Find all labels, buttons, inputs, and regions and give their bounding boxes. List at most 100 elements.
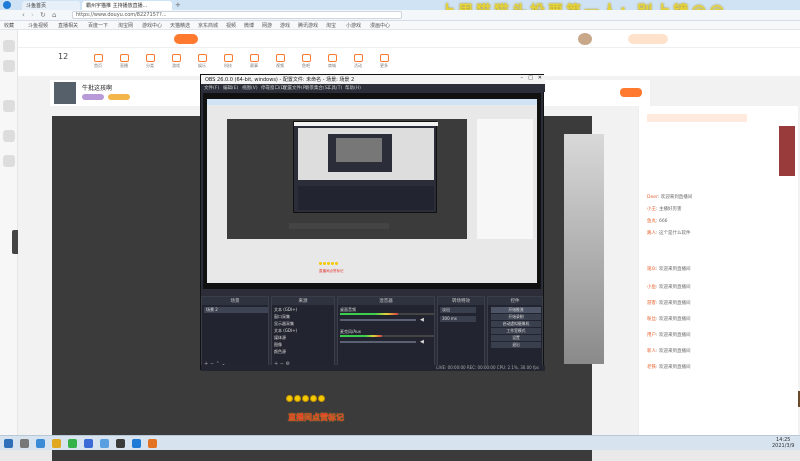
app-icon[interactable] xyxy=(84,439,93,448)
address-bar[interactable]: https://www.douyu.com/8227157?... xyxy=(72,11,402,19)
category-item[interactable]: 分类 xyxy=(140,54,160,69)
exit-button[interactable]: 退出 xyxy=(491,342,541,348)
chat-message: 路人: 这个是什么软件 xyxy=(647,231,691,236)
taskbar-clock[interactable]: 14:25 2021/3/9 xyxy=(772,437,794,449)
bookmark-item[interactable]: 视频 xyxy=(226,22,236,29)
source-item[interactable]: 文本 (GDI+) xyxy=(274,307,334,313)
streamer-avatar[interactable] xyxy=(54,82,76,104)
bookmark-item[interactable]: 百度一下 xyxy=(88,22,108,29)
refresh-icon[interactable]: ↻ xyxy=(40,11,46,19)
bookmark-item[interactable]: 直播相关 xyxy=(58,22,78,29)
virtual-camera-button[interactable]: 启动虚拟摄像机 xyxy=(491,321,541,327)
category-item[interactable]: 更多 xyxy=(374,54,394,69)
menu-tools[interactable]: 工具(T) xyxy=(327,85,342,91)
start-streaming-button[interactable]: 开始推流 xyxy=(491,307,541,313)
bookmarks-bar: 收藏 斗鱼视频 直播相关 百度一下 淘宝网 游戏中心 天猫精选 京东商城 视频 … xyxy=(0,21,800,30)
maximize-icon[interactable]: □ xyxy=(528,75,533,81)
source-item[interactable]: 颜色源 xyxy=(274,349,334,355)
avatar[interactable] xyxy=(578,33,592,45)
minimize-icon[interactable]: – xyxy=(521,75,524,81)
menu-file[interactable]: 文件(F) xyxy=(204,85,219,91)
source-item[interactable]: 窗口采集 xyxy=(274,314,334,320)
header-badge[interactable] xyxy=(628,34,668,44)
transition-select[interactable]: 淡出 xyxy=(440,307,476,313)
app-icon[interactable] xyxy=(148,439,157,448)
volume-slider[interactable] xyxy=(340,341,416,343)
bookmark-item[interactable]: 天猫精选 xyxy=(170,22,190,29)
menu-scene-collection[interactable]: 场景集合(S) xyxy=(305,85,329,91)
ad-banner[interactable] xyxy=(779,126,795,176)
bookmark-item[interactable]: 淘宝 xyxy=(326,22,336,29)
preview-nested-browser xyxy=(207,99,537,283)
obs-taskbar-icon[interactable] xyxy=(116,439,125,448)
bookmark-item[interactable]: 微博 xyxy=(244,22,254,29)
source-item[interactable]: 文本 (GDI+) xyxy=(274,328,334,334)
browser-taskbar-icon[interactable] xyxy=(36,439,45,448)
app-icon[interactable] xyxy=(100,439,109,448)
sidebar-download-icon[interactable] xyxy=(3,100,15,112)
bookmark-item[interactable]: 游戏中心 xyxy=(142,22,162,29)
source-item[interactable]: 显示器采集 xyxy=(274,321,334,327)
bookmark-item[interactable]: 漫画中心 xyxy=(370,22,390,29)
start-menu-icon[interactable] xyxy=(4,439,13,448)
transition-duration-input[interactable]: 300 ms xyxy=(440,316,476,322)
sidebar-history-icon[interactable] xyxy=(3,60,15,72)
menu-edit[interactable]: 编辑(E) xyxy=(223,85,238,91)
speaker-icon[interactable]: ◀ xyxy=(420,317,424,323)
category-item[interactable]: 鱼吧 xyxy=(296,54,316,69)
category-item[interactable]: 游戏 xyxy=(166,54,186,69)
sidebar-notes-icon[interactable] xyxy=(3,155,15,167)
date-badge: 12 xyxy=(58,52,69,61)
settings-button[interactable]: 设置 xyxy=(491,335,541,341)
coin-icon xyxy=(319,262,322,265)
tab-home[interactable]: 斗鱼首页 xyxy=(22,1,80,10)
douyu-logo[interactable] xyxy=(174,34,198,44)
close-icon[interactable]: ✕ xyxy=(538,75,542,81)
studio-mode-button[interactable]: 工作室模式 xyxy=(491,328,541,334)
menu-view[interactable]: 视图(V) xyxy=(242,85,258,91)
chat-message: 粉丝: 欢迎来到直播间 xyxy=(647,317,691,322)
back-icon[interactable]: ‹ xyxy=(22,11,25,19)
scene-item[interactable]: 场景 2 xyxy=(204,307,268,313)
browser-logo-icon xyxy=(3,1,11,9)
bookmark-item[interactable]: 网游 xyxy=(262,22,272,29)
source-item[interactable]: 媒体源 xyxy=(274,335,334,341)
category-item[interactable]: 首页 xyxy=(88,54,108,69)
start-recording-button[interactable]: 开始录制 xyxy=(491,314,541,320)
category-item[interactable]: 科技 xyxy=(218,54,238,69)
sidebar-apps-icon[interactable] xyxy=(3,130,15,142)
bookmark-item[interactable]: 小游戏 xyxy=(346,22,361,29)
menu-help[interactable]: 帮助(H) xyxy=(345,85,361,91)
bookmark-item[interactable]: 京东商城 xyxy=(198,22,218,29)
bookmark-item[interactable]: 收藏 xyxy=(4,22,14,29)
category-item[interactable]: 商城 xyxy=(322,54,342,69)
category-item[interactable]: 赛事 xyxy=(244,54,264,69)
category-item[interactable]: 娱乐 xyxy=(192,54,212,69)
category-item[interactable]: 直播 xyxy=(114,54,134,69)
obs-preview-canvas[interactable]: 直播间点赞标记 xyxy=(203,93,541,289)
obs-window[interactable]: OBS 26.0.0 (64-bit, windows) - 配置文件: 未命名… xyxy=(200,74,545,371)
sidebar-favorites-icon[interactable] xyxy=(3,40,15,52)
speaker-icon[interactable]: ◀ xyxy=(420,339,424,345)
folder-icon[interactable] xyxy=(52,439,61,448)
coin-icon xyxy=(302,395,309,402)
coin-icon xyxy=(310,395,317,402)
app-icon[interactable] xyxy=(132,439,141,448)
menu-profile[interactable]: 配置文件(P) xyxy=(283,85,307,91)
category-item[interactable]: 视频 xyxy=(270,54,290,69)
tab-stream[interactable]: 霸州宇猫推 主持播放直播... xyxy=(82,1,172,10)
wechat-icon[interactable] xyxy=(68,439,77,448)
bookmark-item[interactable]: 斗鱼视频 xyxy=(28,22,48,29)
new-tab-button[interactable]: + xyxy=(175,1,181,9)
search-icon[interactable] xyxy=(20,439,29,448)
source-item[interactable]: 图像 xyxy=(274,342,334,348)
forward-icon[interactable]: › xyxy=(31,11,34,19)
bookmark-item[interactable]: 腾讯游戏 xyxy=(298,22,318,29)
follow-button[interactable] xyxy=(620,88,642,97)
bookmark-item[interactable]: 淘宝网 xyxy=(118,22,133,29)
obs-title-bar[interactable]: OBS 26.0.0 (64-bit, windows) - 配置文件: 未命名… xyxy=(201,75,545,84)
home-icon[interactable]: ⌂ xyxy=(52,11,56,19)
volume-slider[interactable] xyxy=(340,319,416,321)
bookmark-item[interactable]: 游戏 xyxy=(280,22,290,29)
category-item[interactable]: 活动 xyxy=(348,54,368,69)
